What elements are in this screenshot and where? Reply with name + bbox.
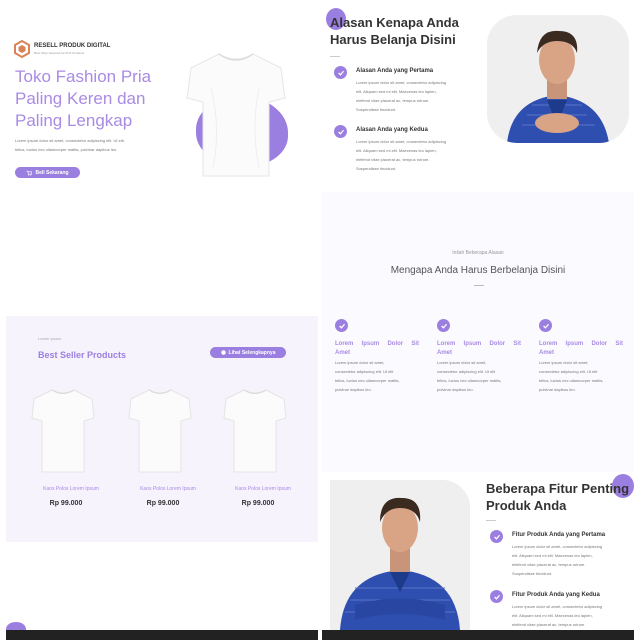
why-section: Inilah Beberapa Alasan Mengapa Anda Haru… bbox=[322, 192, 634, 472]
brand-tagline: Best Shop Selected for PLR Products bbox=[34, 51, 85, 55]
hero-title: Toko Fashion Pria Paling Keren dan Palin… bbox=[15, 67, 152, 130]
check-icon bbox=[490, 530, 503, 543]
reason-title: Alasan Anda yang Pertama bbox=[356, 68, 434, 74]
product-name: Kaos Polos Lorem Ipsum bbox=[43, 486, 99, 492]
why-title: Mengapa Anda Harus Berbelanja Disini bbox=[390, 265, 566, 276]
product-card[interactable]: Kaos Polos Lorem Ipsum Rp 99.000 bbox=[28, 386, 99, 516]
tshirt-image bbox=[128, 389, 192, 473]
check-icon bbox=[334, 66, 347, 79]
tshirt-image bbox=[223, 389, 287, 473]
product-name: Kaos Polos Lorem Ipsum bbox=[140, 486, 196, 492]
reason-text: Lorem ipsum dolor sit amet, consectetur … bbox=[356, 80, 447, 112]
tshirt-image bbox=[31, 389, 95, 473]
man-smiling-image bbox=[487, 15, 629, 143]
feature-text: Lorem ipsum dolor sit amet, consectetur … bbox=[512, 544, 603, 576]
reason-text: Lorem ipsum dolor sit amet, consectetur … bbox=[356, 139, 447, 171]
bottom-bar bbox=[322, 630, 634, 640]
reason-title: Alasan Anda yang Kedua bbox=[356, 127, 428, 133]
product-card[interactable]: Kaos Polos Lorem Ipsum Rp 99.000 bbox=[220, 386, 291, 516]
check-icon bbox=[490, 590, 503, 603]
features-title: Beberapa Fitur Penting Produk Anda bbox=[486, 481, 630, 513]
model-photo bbox=[487, 15, 629, 143]
check-icon bbox=[437, 319, 450, 332]
footer-strip bbox=[6, 544, 318, 628]
title-underline bbox=[486, 520, 496, 521]
bestseller-eyebrow: Lorem Ipsum bbox=[38, 336, 62, 341]
product-price: Rp 99.000 bbox=[241, 500, 275, 507]
bestseller-section: Lorem Ipsum Best Seller Products Lihat S… bbox=[6, 316, 318, 542]
view-more-button[interactable]: Lihat Selengkapnya bbox=[210, 347, 286, 358]
man-arms-crossed-image bbox=[330, 480, 470, 630]
product-card[interactable]: Kaos Polos Lorem Ipsum Rp 99.000 bbox=[125, 386, 196, 516]
bottom-bar bbox=[6, 630, 318, 640]
feature-title: Fitur Produk Anda yang Pertama bbox=[512, 532, 606, 538]
reasons-section: Alasan Kenapa Anda Harus Belanja Disini … bbox=[322, 6, 634, 190]
model-photo bbox=[330, 480, 470, 630]
feature-title: Fitur Produk Anda yang Kedua bbox=[512, 592, 600, 598]
tshirt-image bbox=[186, 53, 286, 177]
brand-name: RESELL PRODUK DIGITAL bbox=[34, 43, 111, 49]
why-column-title: Lorem Ipsum Dolor Sit Amet bbox=[539, 341, 623, 356]
features-section: Beberapa Fitur Penting Produk Anda Fitur… bbox=[322, 474, 634, 634]
check-icon bbox=[334, 125, 347, 138]
cart-icon bbox=[27, 170, 33, 176]
why-column-text: Lorem ipsum dolor sit amet, consectetur … bbox=[539, 360, 604, 392]
reasons-title: Alasan Kenapa Anda Harus Belanja Disini bbox=[330, 15, 459, 47]
check-icon bbox=[539, 319, 552, 332]
why-eyebrow: Inilah Beberapa Alasan bbox=[452, 250, 504, 256]
why-column-title: Lorem Ipsum Dolor Sit Amet bbox=[335, 341, 419, 356]
feature-text: Lorem ipsum dolor sit amet, consectetur … bbox=[512, 604, 603, 627]
why-column-text: Lorem ipsum dolor sit amet, consectetur … bbox=[437, 360, 502, 392]
hero-description: Lorem ipsum dolor sit amet, consectetur … bbox=[15, 138, 124, 152]
brand-logo[interactable] bbox=[14, 39, 30, 59]
why-column-title: Lorem Ipsum Dolor Sit Amet bbox=[437, 341, 521, 356]
product-price: Rp 99.000 bbox=[49, 500, 83, 507]
title-underline bbox=[474, 285, 484, 286]
logo-icon bbox=[14, 39, 30, 59]
bestseller-title: Best Seller Products bbox=[38, 350, 127, 360]
buy-now-button[interactable]: Beli Sekarang bbox=[15, 167, 80, 178]
title-underline bbox=[330, 56, 340, 57]
why-column-text: Lorem ipsum dolor sit amet, consectetur … bbox=[335, 360, 400, 392]
product-name: Kaos Polos Lorem Ipsum bbox=[235, 486, 291, 492]
hero-section: RESELL PRODUK DIGITAL Best Shop Selected… bbox=[6, 6, 318, 314]
check-icon bbox=[335, 319, 348, 332]
product-price: Rp 99.000 bbox=[146, 500, 180, 507]
eye-icon bbox=[220, 350, 226, 355]
